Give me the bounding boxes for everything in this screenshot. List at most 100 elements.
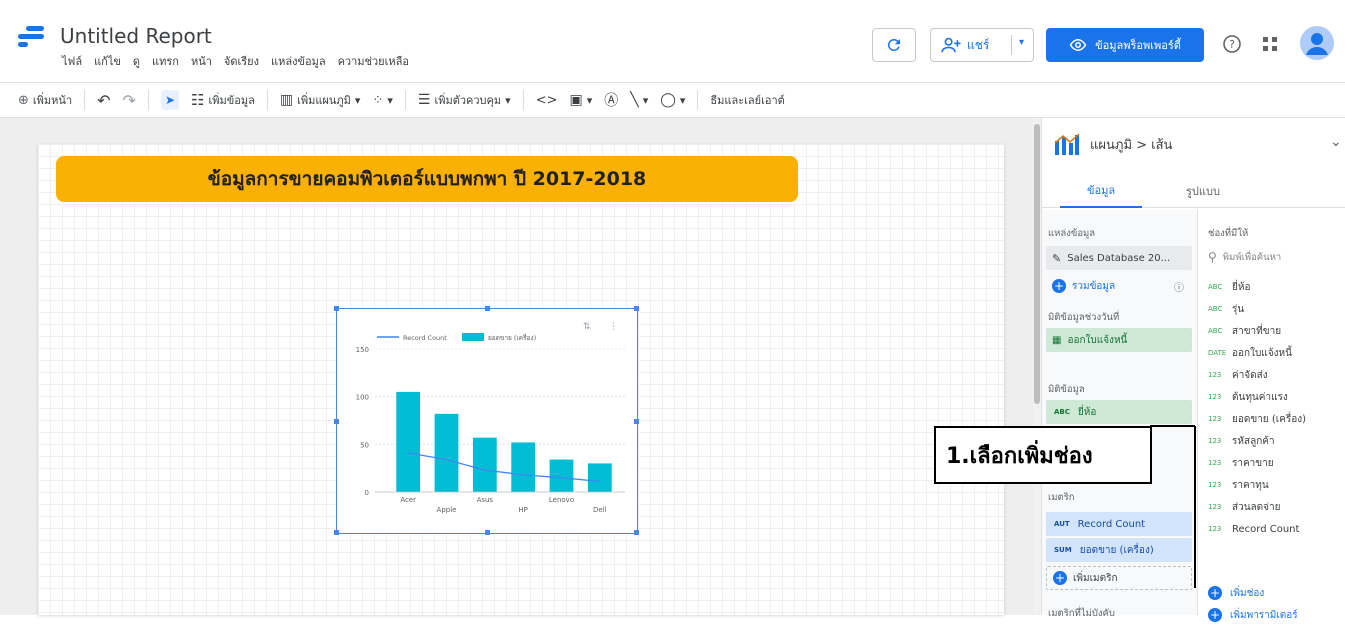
chart-type-breadcrumb[interactable]: แผนภูมิ > เส้น <box>1090 134 1172 155</box>
menu-edit[interactable]: แก้ไข <box>94 52 121 70</box>
menu-view[interactable]: ดู <box>133 52 140 70</box>
field-type-label: ABC <box>1208 327 1223 335</box>
add-data-label: เพิ่มข้อมูล <box>208 94 255 107</box>
field-label: รหัสลูกค้า <box>1232 435 1275 447</box>
add-chart-button[interactable]: ▥ เพิ่มแผนภูมิ ▾ <box>280 91 361 109</box>
embed-code-button[interactable]: <> <box>536 93 558 108</box>
add-icon: + <box>1208 586 1222 600</box>
tab-data[interactable]: ข้อมูล <box>1060 174 1142 208</box>
bar <box>549 459 574 492</box>
refresh-button[interactable] <box>872 28 916 62</box>
community-viz-icon: ⁘ <box>372 92 384 108</box>
field-item[interactable]: 123 ค่าจัดส่ง <box>1208 364 1268 386</box>
field-type-label: 123 <box>1208 437 1222 445</box>
share-label: แชร์ <box>967 37 990 52</box>
add-control-button[interactable]: ☰ เพิ่มตัวควบคุม ▾ <box>418 91 511 109</box>
resize-handle[interactable] <box>634 306 639 311</box>
menu-arrange[interactable]: จัดเรียง <box>224 52 259 70</box>
shape-button[interactable]: ◯ ▾ <box>660 92 685 108</box>
blend-data-button[interactable]: + รวมข้อมูล ⓘ <box>1046 274 1192 298</box>
metric-aggregation-tag[interactable]: AUT <box>1052 519 1072 529</box>
menu-insert[interactable]: แทรก <box>152 52 179 70</box>
panel-header: แผนภูมิ > เส้น ⌄ <box>1042 118 1345 170</box>
field-type-label: ABC <box>1208 305 1223 313</box>
resize-handle[interactable] <box>485 530 490 535</box>
redo-button[interactable]: ↷ <box>123 91 136 110</box>
user-avatar[interactable] <box>1300 26 1334 60</box>
looker-studio-logo-icon[interactable] <box>18 26 46 48</box>
menu-file[interactable]: ไฟล์ <box>62 52 82 70</box>
field-item[interactable]: 123 ส่วนลดจ่าย <box>1208 496 1281 518</box>
field-item[interactable]: 123 ราคาทุน <box>1208 474 1269 496</box>
metric-aggregation-tag[interactable]: SUM <box>1052 545 1074 555</box>
data-properties-button[interactable]: ข้อมูลพร็อพเพอร์ตี้ <box>1046 28 1204 62</box>
menu-resource[interactable]: แหล่งข้อมูล <box>271 52 326 70</box>
collapse-chevron-icon[interactable]: ⌄ <box>1330 134 1342 150</box>
text-button[interactable]: Ⓐ <box>604 90 618 110</box>
field-item[interactable]: 123 Record Count <box>1208 518 1299 540</box>
metric-section-title: เมตริก <box>1048 492 1075 503</box>
field-type-label: 123 <box>1208 393 1222 401</box>
add-data-icon: ☷ <box>191 91 205 109</box>
date-range-chip[interactable]: ▦ ออกใบแจ้งหนี้ <box>1046 328 1192 352</box>
combo-chart[interactable]: ⇅ ⋮ 0 50 100 150 Record Count ยอดขาย (เครื่อง) A… <box>337 309 637 533</box>
add-control-label: เพิ่มตัวควบคุม <box>434 94 502 107</box>
share-divider <box>1011 35 1012 55</box>
field-item[interactable]: DATE ออกใบแจ้งหนี้ <box>1208 342 1292 364</box>
report-page[interactable]: ข้อมูลการขายคอมพิวเตอร์แบบพกพา ปี 2017-2… <box>38 144 1004 615</box>
share-dropdown-icon[interactable]: ▾ <box>1019 37 1024 48</box>
add-data-button[interactable]: ☷ เพิ่มข้อมูล <box>191 91 255 109</box>
theme-layout-button[interactable]: ธีมและเลย์เอาต์ <box>710 91 784 109</box>
field-search-box[interactable]: ⚲ พิมพ์เพื่อค้นหา <box>1208 246 1340 268</box>
field-item[interactable]: ABC ยี่ห้อ <box>1208 276 1250 298</box>
resize-handle[interactable] <box>634 419 639 424</box>
field-item[interactable]: 123 ต้นทุนค่าแรง <box>1208 386 1288 408</box>
line-button[interactable]: ╲ ▾ <box>630 92 648 108</box>
resize-handle[interactable] <box>334 530 339 535</box>
chevron-down-icon: ▾ <box>505 93 511 107</box>
image-button[interactable]: ▣ ▾ <box>569 92 592 108</box>
selected-chart[interactable]: ⇅ ⋮ 0 50 100 150 Record Count ยอดขาย (เครื่อง) A… <box>334 306 639 535</box>
report-banner-title[interactable]: ข้อมูลการขายคอมพิวเตอร์แบบพกพา ปี 2017-2… <box>56 156 798 202</box>
field-item[interactable]: 123 ยอดขาย (เครื่อง) <box>1208 408 1306 430</box>
resize-handle[interactable] <box>485 306 490 311</box>
help-icon[interactable]: ? <box>1222 34 1242 54</box>
resize-handle[interactable] <box>334 419 339 424</box>
field-item[interactable]: 123 ราคาขาย <box>1208 452 1274 474</box>
toolbar-divider <box>404 90 406 110</box>
add-chart-label: เพิ่มแผนภูมิ <box>297 94 351 107</box>
add-field-button[interactable]: + เพิ่มช่อง <box>1208 582 1264 604</box>
field-type-label: 123 <box>1208 415 1222 423</box>
undo-button[interactable]: ↶ <box>97 91 110 110</box>
chevron-down-icon: ▾ <box>642 93 649 107</box>
canvas-scrollbar-thumb[interactable] <box>1034 124 1040 404</box>
datasource-chip[interactable]: ✎ Sales Database 20... <box>1046 246 1192 270</box>
date-range-field: ออกใบแจ้งหนี้ <box>1067 334 1128 346</box>
dimension-section-title: มิติข้อมูล <box>1048 384 1085 395</box>
toolbar-divider <box>697 90 699 110</box>
field-item[interactable]: ABC รุ่น <box>1208 298 1244 320</box>
x-tick-label: Apple <box>437 506 457 514</box>
datasource-section-title: แหล่งข้อมูล <box>1048 228 1096 239</box>
menu-page[interactable]: หน้า <box>191 52 212 70</box>
resize-handle[interactable] <box>334 306 339 311</box>
legend-label: ยอดขาย (เครื่อง) <box>488 333 536 342</box>
help-icon[interactable]: ⓘ <box>1174 279 1184 294</box>
community-viz-button[interactable]: ⁘ ▾ <box>372 93 392 108</box>
report-title[interactable]: Untitled Report <box>60 24 212 48</box>
tab-style[interactable]: รูปแบบ <box>1162 174 1244 208</box>
field-item[interactable]: 123 รหัสลูกค้า <box>1208 430 1275 452</box>
blend-data-label: รวมข้อมูล <box>1072 280 1116 292</box>
add-parameter-button[interactable]: + เพิ่มพารามิเตอร์ <box>1208 604 1298 626</box>
share-button[interactable]: แชร์ ▾ <box>930 28 1034 62</box>
add-page-button[interactable]: ⊕ เพิ่มหน้า <box>18 91 72 109</box>
field-item[interactable]: ABC สาขาที่ขาย <box>1208 320 1281 342</box>
pencil-icon[interactable]: ✎ <box>1052 252 1061 265</box>
select-button[interactable]: ➤ <box>160 90 179 110</box>
field-label: Record Count <box>1232 523 1300 535</box>
field-type-label: 123 <box>1208 503 1222 511</box>
resize-handle[interactable] <box>634 530 639 535</box>
apps-grid-icon[interactable] <box>1262 36 1278 52</box>
field-type-label: ABC <box>1208 283 1223 291</box>
menu-help[interactable]: ความช่วยเหลือ <box>338 52 409 70</box>
